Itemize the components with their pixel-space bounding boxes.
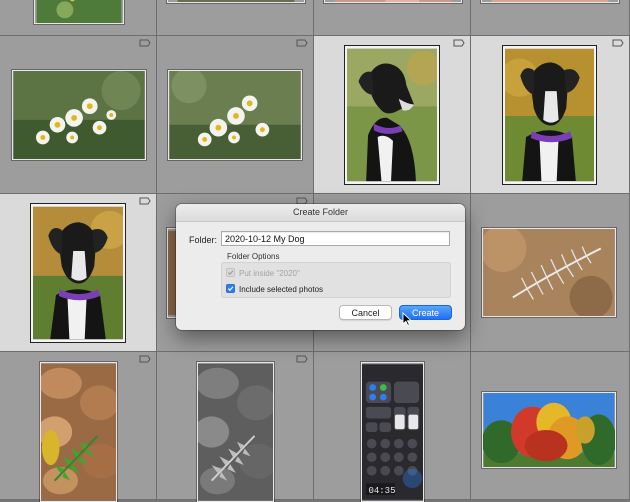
grid-cell[interactable]: [314, 0, 471, 36]
flag-icon[interactable]: [296, 39, 308, 47]
create-folder-dialog: Create Folder Folder: Folder Options Put…: [176, 204, 465, 330]
mouse-pointer-icon: [402, 312, 412, 326]
grid-cell[interactable]: [471, 194, 630, 352]
grid-cell-selected[interactable]: [314, 36, 471, 194]
grid-cell[interactable]: [157, 36, 314, 194]
grid-cell[interactable]: [0, 352, 157, 502]
grid-cell[interactable]: [0, 0, 157, 36]
flag-icon[interactable]: [453, 39, 465, 47]
photo-thumbnail-dog-2[interactable]: [503, 46, 596, 184]
photo-thumbnail-leaves-bw[interactable]: [197, 362, 274, 502]
grid-cell[interactable]: [157, 352, 314, 502]
photo-thumbnail-top[interactable]: [324, 0, 462, 3]
grid-cell[interactable]: [157, 0, 314, 36]
photo-thumbnail-phone-screenshot[interactable]: 04:35: [361, 362, 424, 502]
photo-thumbnail-top[interactable]: [481, 0, 619, 3]
flag-icon[interactable]: [139, 39, 151, 47]
cancel-button[interactable]: Cancel: [339, 305, 392, 320]
grid-cell[interactable]: 04:35: [314, 352, 471, 502]
put-inside-option: Put inside "2020": [226, 268, 300, 279]
checkmark-icon: [227, 270, 234, 276]
photo-thumbnail-daisies[interactable]: [12, 70, 146, 160]
folder-name-input[interactable]: [221, 231, 450, 246]
checkmark-icon: [227, 286, 234, 292]
include-selected-label: Include selected photos: [239, 285, 324, 294]
put-inside-checkbox: [226, 268, 235, 278]
grid-cell[interactable]: [471, 352, 630, 500]
dialog-title: Create Folder: [176, 204, 465, 222]
phone-time-label: 04:35: [368, 486, 396, 496]
include-selected-checkbox[interactable]: [226, 284, 235, 294]
photo-thumbnail-top[interactable]: [167, 0, 305, 3]
folder-label: Folder:: [189, 235, 218, 245]
folder-options-title: Folder Options: [227, 252, 280, 261]
flag-icon[interactable]: [139, 355, 151, 363]
photo-thumbnail-dog-3[interactable]: [31, 204, 125, 342]
grid-cell-selected[interactable]: [471, 36, 630, 194]
photo-thumbnail-leaves[interactable]: [40, 362, 117, 502]
include-selected-option[interactable]: Include selected photos: [226, 284, 323, 295]
photo-thumbnail-dog-1[interactable]: [345, 46, 439, 184]
photo-thumbnail-autumn-trees[interactable]: [482, 392, 616, 468]
flag-icon[interactable]: [296, 355, 308, 363]
grid-cell-selected[interactable]: [0, 194, 157, 352]
folder-options-panel: Put inside "2020" Include selected photo…: [221, 262, 451, 298]
flag-icon[interactable]: [612, 39, 624, 47]
put-inside-label: Put inside "2020": [239, 269, 300, 278]
photo-thumbnail-daisies[interactable]: [168, 70, 302, 160]
photo-thumbnail-flowers-top[interactable]: [34, 0, 124, 24]
photo-thumbnail-fern[interactable]: [482, 228, 616, 317]
flag-icon[interactable]: [139, 197, 151, 205]
grid-cell[interactable]: [0, 36, 157, 194]
grid-cell[interactable]: [471, 0, 630, 36]
